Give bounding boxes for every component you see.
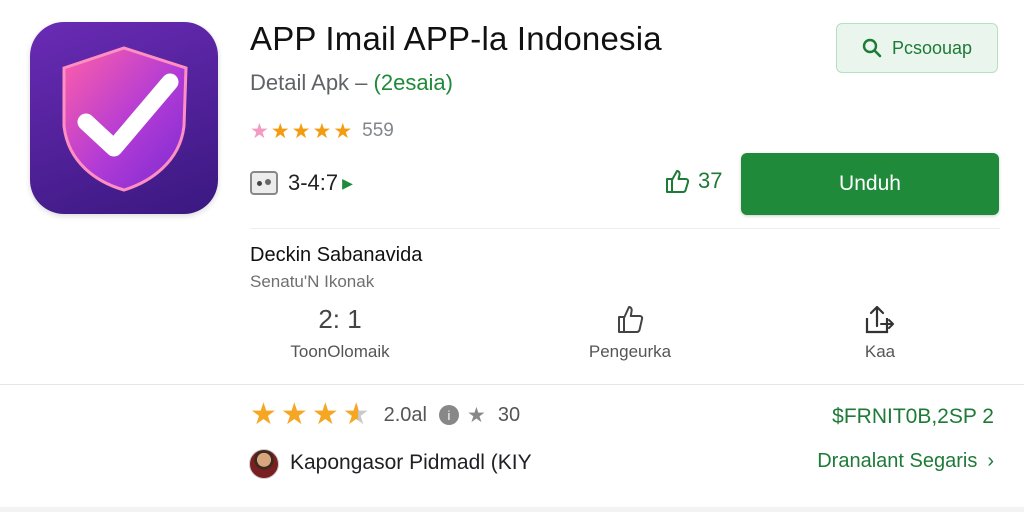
app-subtitle: Detail Apk – (2esaia) xyxy=(250,70,453,96)
like-button[interactable]: 37 xyxy=(664,168,722,194)
stat-label: Pengeurka xyxy=(588,342,672,361)
size-value: 3-4:7 xyxy=(288,170,339,195)
reviewer-name: Kapongasor Pidmadl (KIY xyxy=(290,451,532,474)
review-rating-row: ★ ★ ★ ★ 2.0al i ★ 30 xyxy=(250,400,520,430)
app-icon[interactable] xyxy=(30,22,218,214)
star-icon: ★ xyxy=(311,398,339,431)
price-text: $FRNIT0B,2SP 2 xyxy=(832,405,994,428)
share-icon xyxy=(618,306,644,333)
star-icon: ★ xyxy=(291,119,311,143)
size-row: 3-4:7 ▶ xyxy=(250,170,353,196)
developer-subtitle: Senatu'N Ikonak xyxy=(250,272,375,291)
subtitle-accent[interactable]: (2esaia) xyxy=(374,70,453,95)
info-icon[interactable]: i xyxy=(439,405,459,425)
star-icon: ★ xyxy=(333,119,353,143)
stat-downloads: 2: 1 ToonOlomaik xyxy=(270,302,410,362)
storage-icon xyxy=(250,171,278,195)
stat-label: ToonOlomaik xyxy=(290,342,390,361)
app-header-card: APP Imail APP-la Indonesia Detail Apk – … xyxy=(0,0,1024,384)
chevron-right-icon: › xyxy=(987,450,994,472)
more-link[interactable]: Dranalant Segaris › xyxy=(817,450,994,473)
divider xyxy=(250,228,1000,229)
star-icon: ★ xyxy=(250,119,269,143)
star-half-icon: ★ xyxy=(342,398,370,431)
like-count: 37 xyxy=(698,168,723,193)
share-out-icon xyxy=(865,305,894,334)
review-count: 30 xyxy=(497,403,521,426)
download-button[interactable]: Unduh xyxy=(741,153,999,215)
app-title: APP Imail APP-la Indonesia xyxy=(250,20,662,57)
thumbs-up-icon xyxy=(666,170,690,193)
star-icon: ★ xyxy=(270,119,290,143)
rating-row: ★ ★ ★ ★ ★ 559 xyxy=(250,120,394,142)
search-button[interactable]: Pcsoouap xyxy=(836,23,998,73)
avatar[interactable] xyxy=(249,449,279,479)
stat-share-out[interactable]: Kaa xyxy=(820,302,940,362)
star-outline-icon: ★ xyxy=(467,403,486,427)
stat-label: Kaa xyxy=(864,342,896,361)
more-link-label: Dranalant Segaris xyxy=(817,450,978,472)
stat-value: 2: 1 xyxy=(318,303,362,334)
rating-count: 559 xyxy=(362,120,394,141)
stat-share[interactable]: Pengeurka xyxy=(550,302,710,362)
arrow-icon: ▶ xyxy=(342,174,353,191)
search-icon xyxy=(862,38,882,58)
subtitle-prefix: Detail Apk – xyxy=(250,70,374,95)
review-rating-label: 2.0al xyxy=(383,403,427,426)
search-button-label: Pcsoouap xyxy=(891,37,973,58)
star-icon: ★ xyxy=(280,398,308,431)
star-icon: ★ xyxy=(250,398,277,431)
shield-check-icon xyxy=(62,46,188,192)
star-icon: ★ xyxy=(312,119,332,143)
developer-name[interactable]: Deckin Sabanavida xyxy=(250,244,422,267)
